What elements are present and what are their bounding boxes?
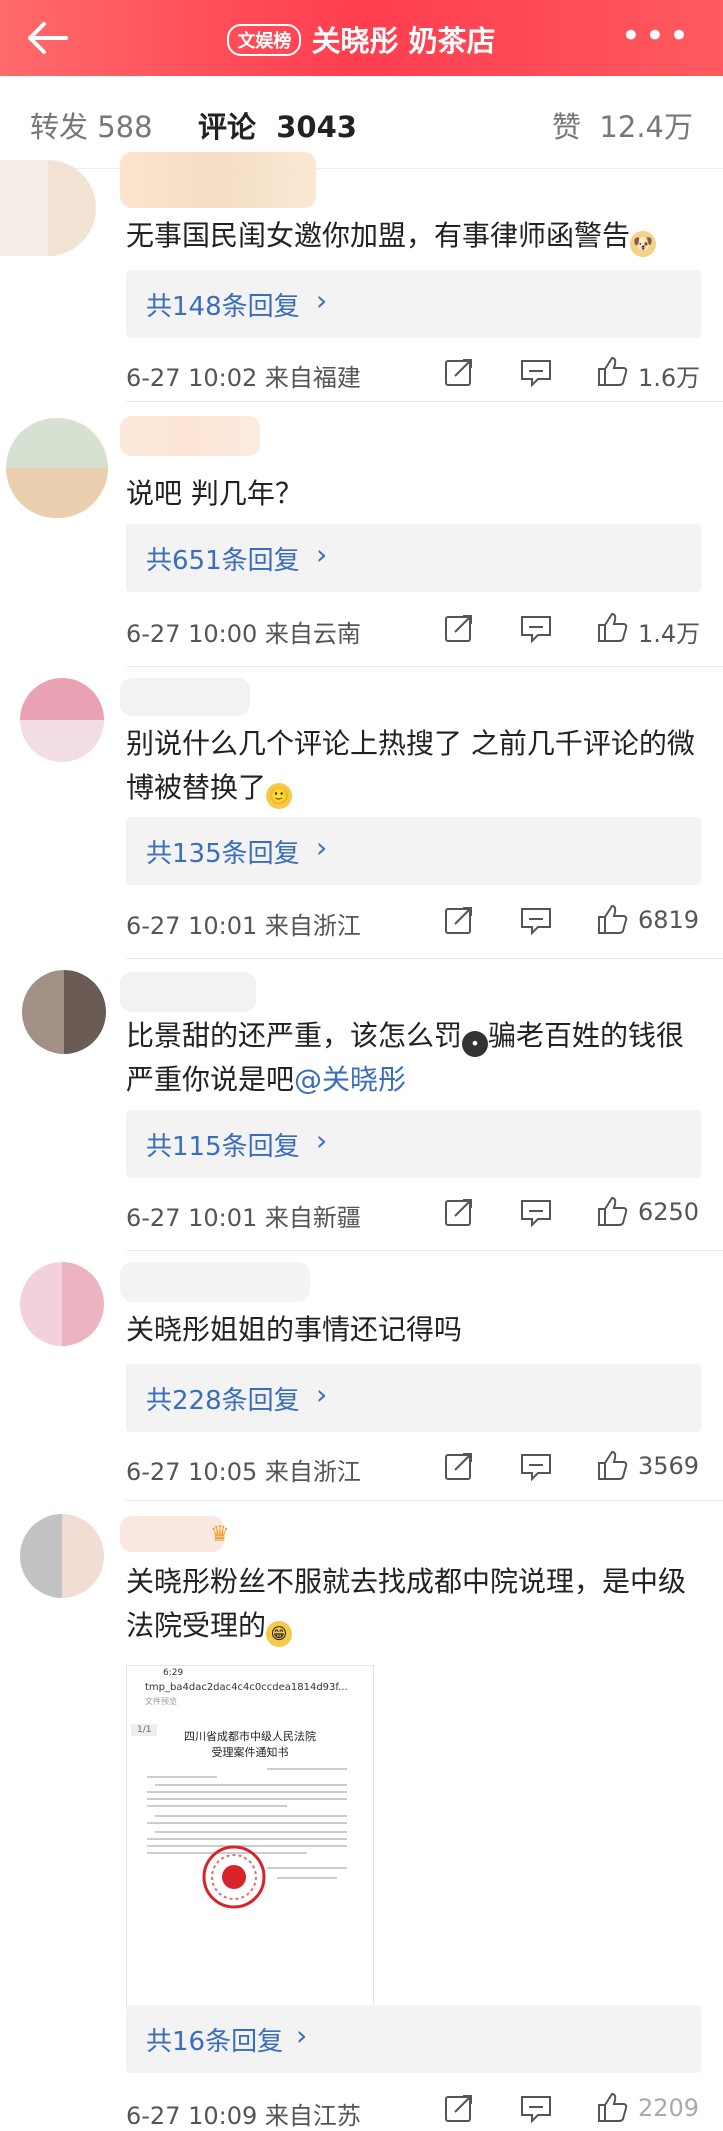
page-title[interactable]: 文娱榜 关晓彤 奶茶店 (0, 18, 723, 60)
crown-badge-icon: ♛ (210, 1522, 230, 1547)
comment-meta: 6-27 10:01 来自浙江 (126, 912, 361, 940)
divider (126, 1500, 723, 1501)
chevron-right-icon: › (296, 2019, 308, 2052)
comment-text: 比景甜的还严重，该怎么罚 • 骗老百姓的钱很严重你说是吧@关晓彤 (126, 1019, 685, 1096)
doc-status-time: 6:29 (163, 1668, 184, 1678)
thumbs-up-icon[interactable] (595, 1192, 629, 1232)
comment-text: 无事国民闺女邀你加盟，有事律师函警告 🐶 (126, 214, 701, 258)
chevron-right-icon: › (316, 284, 328, 317)
comment-meta: 6-27 10:01 来自新疆 (126, 1204, 361, 1232)
comment-icon[interactable] (519, 608, 553, 648)
like-count: 6819 (638, 906, 700, 934)
repost-icon[interactable] (443, 608, 475, 648)
comment-meta: 6-27 10:00 来自云南 (126, 620, 361, 648)
top-bar: 文娱榜 关晓彤 奶茶店 ••• (0, 0, 723, 76)
comment-text: 别说什么几个评论上热搜了 之前几千评论的微博被替换了 🙂 (126, 722, 701, 810)
username-blurred[interactable] (120, 416, 260, 456)
comment-text: 关晓彤粉丝不服就去找成都中院说理，是中级法院受理的 😁 (126, 1560, 701, 1648)
tab-repost[interactable]: 转发 588 (30, 104, 153, 146)
comment-actions: 1.4万 (443, 608, 703, 648)
chevron-right-icon: › (316, 1378, 328, 1411)
divider (126, 958, 723, 959)
username-blurred[interactable] (120, 972, 256, 1012)
comment-icon[interactable] (519, 1446, 553, 1486)
divider (126, 401, 723, 402)
chevron-right-icon: › (316, 831, 328, 864)
avatar[interactable] (6, 418, 108, 518)
repost-icon[interactable] (443, 352, 475, 392)
repost-icon[interactable] (443, 1192, 475, 1232)
entertainment-list-badge: 文娱榜 (227, 24, 302, 56)
grin-emoji-icon: 😁 (266, 1621, 293, 1647)
chevron-right-icon: › (316, 538, 328, 571)
replies-button[interactable]: 共148条回复 › (126, 270, 701, 338)
divider (126, 1250, 723, 1251)
repost-icon[interactable] (443, 900, 475, 940)
like-count: 1.4万 (638, 620, 701, 648)
thumbs-up-icon[interactable] (595, 1446, 629, 1486)
comment-icon[interactable] (519, 352, 553, 392)
username-blurred[interactable] (120, 1516, 224, 1552)
comment-text: 说吧 判几年？ (126, 477, 303, 510)
doc-title: 受理案件通知书 (211, 1746, 289, 1759)
comment-actions: 2209 (443, 2088, 703, 2128)
comment-actions: 1.6万 (443, 352, 703, 392)
username-blurred[interactable] (120, 1262, 310, 1302)
comment-actions: 6819 (443, 900, 703, 940)
avatar[interactable] (20, 678, 104, 762)
like-count: 2209 (638, 2094, 700, 2122)
comment-actions: 6250 (443, 1192, 703, 1232)
replies-button[interactable]: 共228条回复 › (126, 1364, 701, 1432)
thumbs-up-icon[interactable] (595, 608, 629, 648)
smile-emoji-icon: 🙂 (266, 783, 293, 809)
doge-emoji-icon: 🐶 (630, 231, 657, 257)
avatar[interactable] (22, 970, 106, 1054)
black-face-emoji-icon: • (462, 1031, 489, 1057)
repost-icon[interactable] (443, 2088, 475, 2128)
tab-like[interactable]: 赞 12.4万 (552, 104, 693, 146)
doc-subtitle: 文件预览 (145, 1697, 177, 1706)
thumbs-up-icon[interactable] (595, 352, 629, 392)
doc-filename: tmp_ba4dac2dac4c4c0ccdea1814d93f... (145, 1682, 348, 1693)
replies-button[interactable]: 共135条回复 › (126, 817, 701, 885)
replies-button[interactable]: 共651条回复 › (126, 524, 701, 592)
thumbs-up-icon[interactable] (595, 2088, 629, 2128)
avatar[interactable] (0, 160, 96, 256)
comment-icon[interactable] (519, 1192, 553, 1232)
comment-actions: 3569 (443, 1446, 703, 1486)
court-document-image[interactable]: 6:29 tmp_ba4dac2dac4c4c0ccdea1814d93f...… (126, 1665, 374, 2007)
username-blurred[interactable] (120, 152, 316, 208)
comment-meta: 6-27 10:05 来自浙江 (126, 1458, 361, 1486)
tab-comment[interactable]: 评论 3043 (198, 104, 357, 146)
divider (126, 666, 723, 667)
doc-court: 四川省成都市中级人民法院 (184, 1730, 316, 1743)
like-count: 1.6万 (638, 364, 701, 392)
replies-button[interactable]: 共115条回复 › (126, 1110, 701, 1178)
chevron-right-icon: › (316, 1124, 328, 1157)
comment-icon[interactable] (519, 2088, 553, 2128)
topic-title: 关晓彤 奶茶店 (311, 24, 496, 58)
username-blurred[interactable] (120, 678, 250, 716)
comment-meta: 6-27 10:09 来自江苏 (126, 2102, 361, 2130)
avatar[interactable] (20, 1262, 104, 1346)
like-count: 6250 (638, 1198, 700, 1226)
more-icon[interactable]: ••• (621, 16, 693, 56)
repost-icon[interactable] (443, 1446, 475, 1486)
replies-button[interactable]: 共16条回复 › (126, 2005, 701, 2073)
signature-lines (267, 1867, 347, 1879)
comment-text: 关晓彤姐姐的事情还记得吗 (126, 1313, 463, 1346)
thumbs-up-icon[interactable] (595, 900, 629, 940)
comment-icon[interactable] (519, 900, 553, 940)
like-count: 3569 (638, 1452, 700, 1480)
mention-link[interactable]: @关晓彤 (294, 1063, 406, 1096)
comment-meta: 6-27 10:02 来自福建 (126, 364, 361, 392)
avatar[interactable] (20, 1514, 104, 1598)
stats-tabs: 转发 588 评论 3043 赞 12.4万 (0, 76, 723, 169)
